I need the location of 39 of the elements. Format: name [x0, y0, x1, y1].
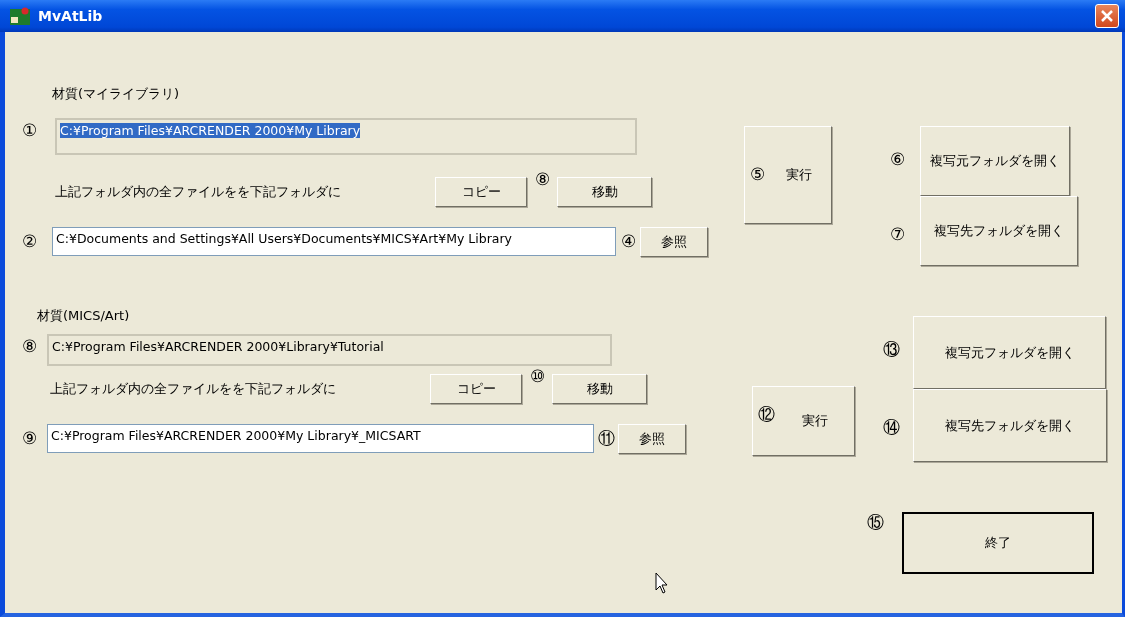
callout-number: ⑮	[867, 514, 885, 531]
callout-number: ①	[22, 121, 38, 139]
path-field[interactable]: C:¥Program Files¥ARCRENDER 2000¥My Library	[55, 117, 637, 155]
copy-button[interactable]: コピー	[435, 176, 527, 207]
callout-number: ⑥	[890, 151, 906, 168]
callout-number: ②	[22, 233, 38, 250]
open-folder-button[interactable]: 複写元フォルダを開く	[913, 316, 1106, 389]
open-folder-button[interactable]: 複写先フォルダを開く	[913, 389, 1107, 462]
callout-number: ④	[619, 233, 637, 250]
callout-number: ⑧	[533, 170, 551, 188]
callout-number: ⑩	[528, 367, 546, 385]
instruction-text: 上記フォルダ内の全ファイルをを下記フォルダに	[55, 182, 342, 201]
move-button[interactable]: 移動	[557, 176, 652, 207]
move-button[interactable]: 移動	[552, 373, 647, 404]
close-button[interactable]	[1095, 4, 1119, 28]
open-folder-button[interactable]: 複写元フォルダを開く	[920, 126, 1070, 196]
path-field[interactable]: C:¥Program Files¥ARCRENDER 2000¥Library¥Tutorial	[47, 333, 612, 366]
callout-number: ⑤	[750, 166, 765, 183]
browse-button[interactable]: 参照	[640, 226, 708, 257]
open-folder-button[interactable]: 複写先フォルダを開く	[920, 196, 1078, 266]
callout-number: ⑭	[883, 419, 901, 436]
callout-number: ⑫	[758, 406, 775, 423]
callout-number: ⑨	[22, 430, 38, 447]
callout-number: ⑬	[883, 341, 901, 358]
path-field[interactable]: C:¥Documents and Settings¥All Users¥Documents¥MICS¥Art¥My Library	[52, 227, 616, 256]
exit-button[interactable]: 終了	[902, 512, 1094, 574]
instruction-text: 上記フォルダ内の全ファイルをを下記フォルダに	[50, 379, 337, 398]
callout-number: ⑧	[22, 337, 38, 355]
copy-button[interactable]: コピー	[430, 373, 522, 404]
callout-number: ⑪	[596, 430, 616, 447]
browse-button[interactable]: 参照	[618, 423, 686, 454]
callout-number: ⑦	[890, 226, 906, 243]
window-title: MvAtLib	[38, 6, 103, 26]
app-icon	[10, 7, 30, 25]
path-field[interactable]: C:¥Program Files¥ARCRENDER 2000¥My Library¥_MICSART	[47, 424, 594, 453]
section-heading: 材質(MICS/Art)	[37, 307, 131, 325]
close-icon	[1101, 10, 1113, 22]
section-heading: 材質(マイライブラリ)	[52, 85, 181, 103]
mouse-cursor-icon	[655, 572, 671, 596]
